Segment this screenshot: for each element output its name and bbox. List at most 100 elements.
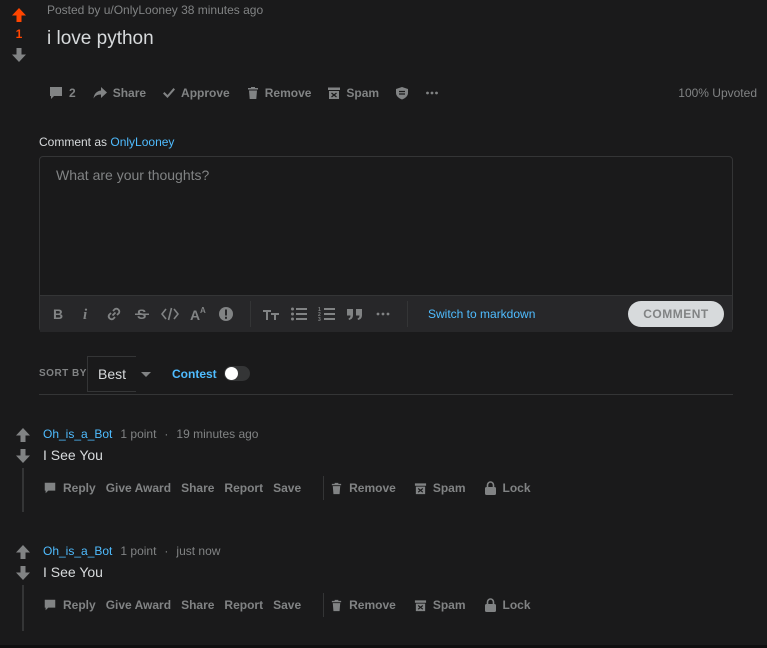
lock-button[interactable]: Lock [480,476,537,500]
share-button[interactable]: Share [84,82,154,104]
comment-time: 19 minutes ago [176,427,259,441]
spam-button[interactable]: Spam [410,476,472,500]
comment-action-bar: Reply Give Award Share Report Save Remov… [39,476,537,500]
caret-down-icon[interactable] [139,369,153,379]
contest-mode-label: Contest [172,367,217,381]
comment-header: Oh_is_a_Bot 1 point · 19 minutes ago [43,427,258,441]
inline-code-icon[interactable] [156,300,184,328]
svg-text:A: A [200,306,206,315]
section-divider [39,394,733,395]
give-award-button[interactable]: Give Award [102,476,177,500]
switch-to-markdown-link[interactable]: Switch to markdown [428,307,535,321]
lock-button[interactable]: Lock [480,593,537,617]
comment-as-label: Comment as [39,135,108,149]
report-button[interactable]: Report [220,476,269,500]
remove-label: Remove [349,598,396,612]
spam-box-icon [414,599,427,612]
approve-label: Approve [181,86,230,100]
post-meta: Posted by u/OnlyLooney 38 minutes ago [47,3,264,17]
reply-label: Reply [63,598,96,612]
remove-button[interactable]: Remove [326,593,402,617]
comment-points: 1 point [120,544,157,558]
comment-editor: B i S AA 123 Switch to markdown COMMENT [39,156,733,332]
save-button[interactable]: Save [269,476,307,500]
remove-label: Remove [349,481,396,495]
more-options-button[interactable] [417,82,447,104]
svg-text:i: i [83,307,88,322]
comment-submit-button[interactable]: COMMENT [628,301,724,327]
remove-button[interactable]: Remove [238,82,320,104]
spam-button[interactable]: Spam [319,82,387,104]
strikethrough-icon[interactable]: S [128,300,156,328]
action-divider [323,593,325,617]
spam-button[interactable]: Spam [410,593,472,617]
bold-icon[interactable]: B [44,300,72,328]
sort-by-label: SORT BY [39,368,87,379]
spam-label: Spam [432,598,466,612]
comment-input[interactable] [40,157,732,295]
remove-button[interactable]: Remove [326,476,402,500]
comment-header: Oh_is_a_Bot 1 point · just now [43,544,220,558]
comments-button[interactable]: 2 [40,82,84,104]
editor-toolbar: B i S AA 123 Switch to markdown COMMENT [40,295,732,332]
comment-author[interactable]: Oh_is_a_Bot [43,427,112,441]
comment-upvote-icon[interactable] [15,427,31,443]
give-award-button[interactable]: Give Award [102,593,177,617]
comment-downvote-icon[interactable] [15,565,31,581]
comment-bubble-icon [43,598,57,612]
reply-label: Reply [63,481,96,495]
spoiler-icon[interactable] [212,300,240,328]
comment-downvote-icon[interactable] [15,448,31,464]
meta-separator: · [164,427,169,441]
link-icon[interactable] [100,300,128,328]
reply-button[interactable]: Reply [39,476,102,500]
quote-block-icon[interactable] [341,300,369,328]
more-icon[interactable] [369,300,397,328]
share-button[interactable]: Share [177,593,220,617]
downvote-arrow-icon[interactable] [11,47,27,63]
superscript-icon[interactable]: AA [184,300,212,328]
comment-time: just now [176,544,221,558]
thread-line [22,468,24,512]
comment-action-bar: Reply Give Award Share Report Save Remov… [39,593,537,617]
spam-box-icon [414,482,427,495]
heading-icon[interactable] [257,300,285,328]
thread-line [22,585,24,631]
approve-button[interactable]: Approve [154,82,238,104]
share-arrow-icon [92,85,108,101]
reply-button[interactable]: Reply [39,593,102,617]
post-title: i love python [47,28,154,49]
sort-select[interactable]: Best [87,356,136,392]
comment-as-username[interactable]: OnlyLooney [110,135,174,149]
svg-text:B: B [53,306,63,322]
post-score: 1 [15,27,23,41]
upvote-ratio: 100% Upvoted [678,86,757,100]
lock-icon [484,481,497,495]
mod-shield-button[interactable] [387,82,417,104]
italic-icon[interactable]: i [72,300,100,328]
comment-author[interactable]: Oh_is_a_Bot [43,544,112,558]
svg-text:3: 3 [318,317,321,322]
toolbar-divider [250,301,251,327]
more-dots-icon [425,86,439,100]
share-button[interactable]: Share [177,476,220,500]
report-button[interactable]: Report [220,593,269,617]
toggle-knob [225,367,238,380]
comment-count: 2 [69,86,76,100]
meta-separator: · [164,544,169,558]
spam-label: Spam [432,481,466,495]
share-label: Share [112,86,147,100]
trash-icon [330,599,343,612]
save-button[interactable]: Save [269,593,307,617]
comment-upvote-icon[interactable] [15,544,31,560]
trash-icon [246,86,260,100]
numbered-list-icon[interactable]: 123 [313,300,341,328]
spam-label: Spam [346,86,380,100]
bulleted-list-icon[interactable] [285,300,313,328]
contest-mode-toggle[interactable] [224,366,250,381]
comment-bubble-icon [43,481,57,495]
lock-label: Lock [502,598,531,612]
action-divider [323,476,325,500]
upvote-arrow-icon[interactable] [11,7,27,23]
lock-icon [484,598,497,612]
